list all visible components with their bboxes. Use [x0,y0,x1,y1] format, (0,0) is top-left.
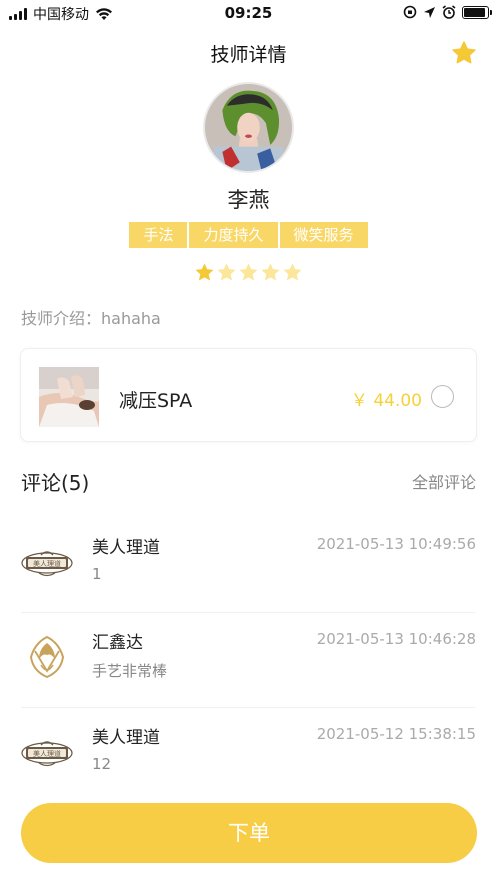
svg-text:美人理道: 美人理道 [33,749,61,758]
status-bar: 中国移动 09:25 [0,0,497,26]
star-empty-icon [217,263,236,281]
comment-time: 2021-05-12 15:38:15 [316,725,476,743]
service-price: ￥ 44.00 [350,391,422,411]
rotation-lock-icon [403,5,417,19]
tag-item: 力度持久 [189,222,278,248]
comment-item: 汇鑫达 2021-05-13 10:46:28 手艺非常棒 [0,613,497,708]
star-icon[interactable] [451,40,477,66]
star-empty-icon [283,263,302,281]
phoenix-logo-icon [21,631,73,683]
service-select-radio[interactable] [431,385,454,408]
beauty-salon-logo-icon: 美人理道 [21,536,73,588]
comment-user: 美人理道 [92,728,160,748]
technician-photo [205,84,292,171]
order-button[interactable]: 下单 [21,803,477,863]
service-card[interactable]: 减压SPA ￥ 44.00 [20,348,477,442]
technician-avatar [203,82,294,173]
technician-name: 李燕 [227,188,270,212]
star-empty-icon [261,263,280,281]
battery-icon [462,5,492,19]
location-icon [424,6,435,18]
comment-time: 2021-05-13 10:46:28 [316,630,476,648]
comment-user: 美人理道 [92,538,160,558]
svg-text:美人理道: 美人理道 [33,559,61,568]
comment-item: 美人理道 美人理道 2021-05-12 15:38:15 12 [0,708,497,803]
comment-text: 手艺非常棒 [92,662,168,680]
tag-item: 手法 [129,222,188,248]
comment-time: 2021-05-13 10:49:56 [316,535,476,553]
comment-text: 12 [92,755,112,773]
comment-user: 汇鑫达 [92,633,143,653]
rating-stars [0,262,497,283]
tag-item: 微笑服务 [279,222,368,248]
technician-tags: 手法 力度持久 微笑服务 [0,222,497,248]
star-empty-icon [239,263,258,281]
status-right [403,5,492,19]
service-image [39,367,99,427]
all-comments-link[interactable]: 全部评论 [412,469,476,493]
comments-title: 评论(5) [21,471,90,495]
alarm-icon [442,5,456,19]
service-name: 减压SPA [119,390,193,412]
comment-item: 美人理道 美人理道 2021-05-13 10:49:56 1 [0,518,497,613]
comment-text: 1 [92,565,102,583]
technician-intro: 技师介绍：hahaha [21,305,161,329]
intro-label: 技师介绍： [21,309,102,328]
intro-value: hahaha [101,309,161,328]
massage-photo [39,367,99,427]
page-title: 技师详情 [210,44,287,66]
beauty-salon-logo-icon: 美人理道 [21,726,73,778]
star-filled-icon [195,263,214,281]
